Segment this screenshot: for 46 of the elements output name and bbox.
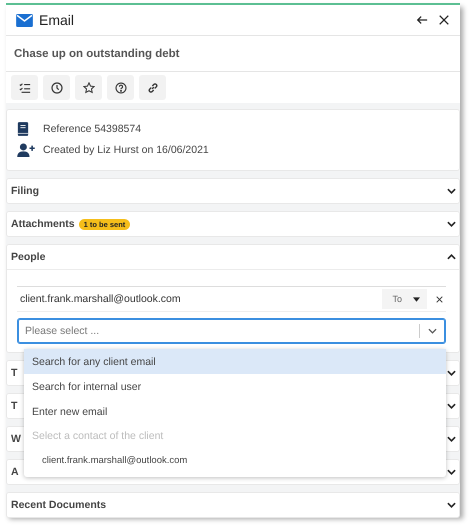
section-title[interactable]: T (11, 367, 18, 379)
close-icon[interactable] (438, 14, 450, 26)
email-subject: Chase up on outstanding debt (14, 48, 180, 60)
chevron-down-icon[interactable] (447, 502, 456, 508)
info-text: Created by Liz Hurst on 16/06/2021 (43, 144, 209, 156)
dropdown-option[interactable]: Search for any client email (24, 349, 446, 374)
chevron-down-icon[interactable] (447, 370, 456, 376)
chevron-down-icon[interactable] (428, 328, 437, 334)
checklist-button[interactable] (11, 75, 38, 100)
section-title[interactable]: T (11, 400, 18, 412)
checklist-icon (18, 82, 30, 94)
recipient-type-dropdown[interactable]: To (382, 289, 427, 309)
dropdown-option[interactable]: Search for internal user (24, 374, 446, 399)
clock-button[interactable] (43, 75, 70, 100)
section-title[interactable]: W (11, 433, 21, 445)
chevron-down-icon[interactable] (447, 436, 456, 442)
clock-icon (50, 82, 62, 94)
dropdown-option[interactable]: Enter new email (24, 399, 446, 424)
help-button[interactable] (107, 75, 134, 100)
section-title[interactable]: Recent Documents (11, 499, 106, 511)
section-title[interactable]: People (11, 251, 46, 263)
section-title[interactable]: A (11, 466, 19, 478)
add-user-icon (17, 142, 35, 156)
caret-icon (413, 296, 420, 302)
star-icon (82, 82, 94, 94)
link-icon (146, 82, 158, 94)
star-button[interactable] (75, 75, 102, 100)
envelope-icon (16, 14, 33, 26)
option-group-label: Select a contact of the client (31, 429, 164, 444)
chevron-down-icon[interactable] (447, 221, 456, 227)
chevron-down-icon[interactable] (447, 188, 456, 194)
recipient-select[interactable]: Please select ... (17, 318, 446, 344)
section-title[interactable]: Attachments (11, 218, 75, 230)
book-icon (17, 122, 29, 136)
recipient-email: client.frank.marshall@outlook.com (20, 293, 181, 305)
info-text: Reference 54398574 (43, 122, 142, 134)
chevron-down-icon[interactable] (447, 403, 456, 409)
help-icon (114, 82, 126, 94)
panel-title: Email (39, 12, 74, 28)
chevron-down-icon[interactable] (447, 469, 456, 475)
section-title[interactable]: Filing (11, 185, 39, 197)
link-button[interactable] (139, 75, 166, 100)
back-arrow-icon[interactable] (416, 14, 428, 26)
chevron-up-icon[interactable] (447, 254, 456, 260)
remove-icon[interactable] (436, 296, 443, 302)
dropdown-option[interactable]: client.frank.marshall@outlook.com (24, 448, 446, 473)
